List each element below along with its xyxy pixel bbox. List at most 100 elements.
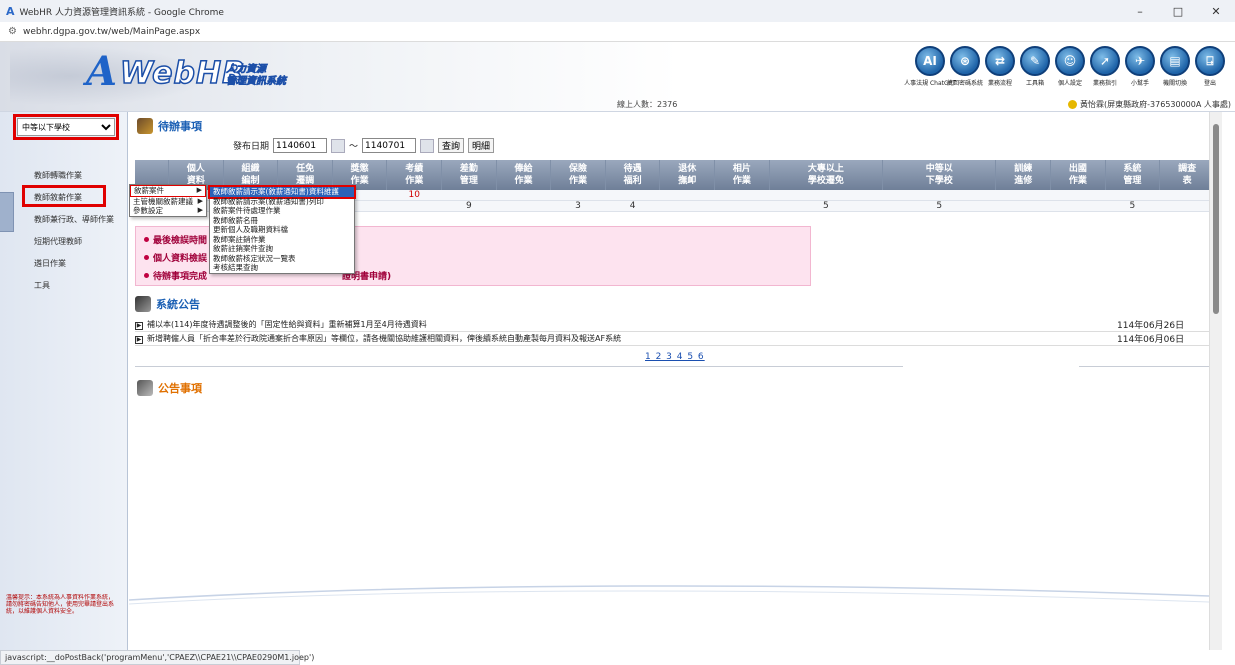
app-logo-icon: A [6, 4, 15, 18]
menu-item-salary-case[interactable]: 敘薪案件 ▶ [130, 185, 206, 197]
grid-header-12[interactable]: 中等以 下學校 [882, 160, 997, 190]
announcement-text[interactable]: 新增聘僱人員「折合率差於行政院通案折合率原因」等欄位，請各機關協助維護相關資料，… [147, 331, 1117, 346]
grid-header-13[interactable]: 訓練 進修 [995, 160, 1052, 190]
grid-cell[interactable] [882, 190, 996, 201]
grid-cell[interactable]: 9 [441, 200, 497, 212]
grid-cell[interactable] [714, 190, 770, 201]
toolbar-button-lifebuoy[interactable]: ⊛ 找回密碼系統 [947, 46, 984, 87]
sidebar-item-daily[interactable]: 遴日作業 [34, 258, 66, 269]
submenu-item[interactable]: 教師案註銷作業 [210, 235, 354, 245]
submenu-item[interactable]: 敘薪案件待處理作業 [210, 206, 354, 216]
sidebar-item-teacher-admin[interactable]: 教師兼行政、導師作業 [34, 214, 114, 225]
grid-header-10[interactable]: 相片 作業 [714, 160, 770, 190]
date-to-input[interactable] [362, 138, 417, 153]
grid-cell[interactable] [496, 190, 551, 201]
close-button[interactable]: ✕ [1197, 0, 1235, 22]
grid-cell[interactable] [1105, 190, 1160, 201]
system-announcement-title: 系統公告 [135, 296, 200, 312]
sidebar-item-substitute[interactable]: 短期代理教師 [34, 236, 82, 247]
grid-header-11[interactable]: 大專以上 學校遷免 [769, 160, 884, 190]
grid-header-8[interactable]: 待遇 福利 [605, 160, 661, 190]
grid-cell[interactable]: 5 [1105, 200, 1160, 212]
grid-cell[interactable] [441, 190, 497, 201]
submenu-item[interactable]: 教師敘薪核定狀況一覽表 [210, 254, 354, 264]
menu-level1: 敘薪案件 ▶ 主管機關敘薪建議 ▶ 參數設定 ▶ [129, 184, 207, 217]
note-last-check: 最後檢誤時間 [144, 233, 207, 246]
sidebar-item-tools[interactable]: 工具 [34, 280, 50, 291]
toolbar-label: 業務流程 [987, 80, 1012, 87]
announcement-pager[interactable]: 1 2 3 4 5 6 [645, 352, 705, 362]
submenu-item[interactable]: 教師敘薪請示案(敘薪通知書)列印 [210, 197, 354, 207]
minimize-button[interactable]: – [1121, 0, 1159, 22]
toolbar-button-switch[interactable]: ▤ 機關切換 [1158, 46, 1192, 87]
maximize-button[interactable]: □ [1159, 0, 1197, 22]
toolbar-button-guide[interactable]: ➚ 業務指引 [1088, 46, 1122, 87]
grid-cell[interactable] [995, 190, 1051, 201]
grid-cell[interactable] [1159, 200, 1215, 212]
date-label: 發布日期 [233, 142, 270, 152]
submenu-item[interactable]: 教師敘薪請示案(敘薪通知書)資料維護 [208, 185, 356, 199]
grid-cell[interactable]: 10 [386, 190, 442, 201]
grid-cell[interactable] [386, 200, 442, 212]
submenu-item[interactable]: 考核結果查詢 [210, 263, 354, 273]
grid-cell[interactable] [1050, 190, 1106, 201]
grid-cell[interactable] [605, 190, 660, 201]
grid-cell[interactable] [1050, 200, 1106, 212]
system-announcement-list: ▶ 補以本(114)年度待遇調整後的「固定性給與資料」重新補算1月至4月待遇資料… [135, 318, 1215, 346]
toolbar-button-flow[interactable]: ⇄ 業務流程 [983, 46, 1017, 87]
grid-header-4[interactable]: 考績 作業 [386, 160, 443, 190]
toolbar-button-person-settings[interactable]: ☺ 個人設定 [1053, 46, 1087, 87]
menu-item-parameter[interactable]: 參數設定 ▶ [130, 206, 206, 216]
sidebar-item-teacher-transfer[interactable]: 教師轉職作業 [34, 170, 82, 181]
toolbar-button-helper[interactable]: ✈ 小幫手 [1123, 46, 1157, 87]
calendar-to-icon[interactable] [420, 138, 435, 153]
grid-cell[interactable] [769, 190, 883, 201]
grid-header-14[interactable]: 出國 作業 [1050, 160, 1106, 190]
menu-level2: 教師敘薪請示案(敘薪通知書)資料維護 教師敘薪請示案(敘薪通知書)列印 敘薪案件待處… [208, 185, 356, 274]
grid-header-16[interactable]: 調查 表 [1159, 160, 1215, 190]
menu-item-authority-advice[interactable]: 主管機關敘薪建議 ▶ [130, 197, 206, 207]
submenu-item[interactable]: 教師敘薪名冊 [210, 216, 354, 226]
vertical-scrollbar[interactable] [1209, 112, 1222, 650]
flow-icon: ⇄ [985, 46, 1015, 76]
submenu-item[interactable]: 更新個人及職期資料檔 [210, 225, 354, 235]
announcement-text[interactable]: 補以本(114)年度待遇調整後的「固定性給與資料」重新補算1月至4月待遇資料 [147, 318, 1117, 332]
address-bar[interactable]: ⚙ webhr.dgpa.gov.tw/web/MainPage.aspx [0, 22, 1235, 42]
sidebar-toggle-tab[interactable] [0, 192, 14, 232]
announcement-row[interactable]: ▶ 補以本(114)年度待遇調整後的「固定性給與資料」重新補算1月至4月待遇資料… [135, 318, 1215, 332]
grid-header-5[interactable]: 差勤 管理 [441, 160, 497, 190]
grid-cell[interactable]: 3 [550, 200, 606, 212]
scrollbar-thumb[interactable] [1213, 124, 1219, 314]
highlight-box-select [13, 114, 119, 140]
grid-header-7[interactable]: 保險 作業 [550, 160, 606, 190]
grid-cell[interactable] [714, 200, 770, 212]
detail-button[interactable]: 明細 [468, 138, 495, 153]
url-text[interactable]: webhr.dgpa.gov.tw/web/MainPage.aspx [23, 27, 200, 37]
grid-cell[interactable]: 4 [605, 200, 660, 212]
note-label: 最後檢誤時間 [153, 236, 208, 246]
grid-cell[interactable]: 5 [769, 200, 883, 212]
grid-header-6[interactable]: 俸給 作業 [496, 160, 552, 190]
grid-cell[interactable] [659, 190, 715, 201]
grid-cell[interactable]: 5 [882, 200, 996, 212]
grid-cell[interactable] [550, 190, 606, 201]
grid-header-9[interactable]: 退休 撫卹 [659, 160, 716, 190]
date-from-input[interactable] [273, 138, 328, 153]
submenu-item[interactable]: 敘薪註銷案件查詢 [210, 244, 354, 254]
grid-cell[interactable] [659, 200, 715, 212]
toolbar-button-chatgpt[interactable]: AI 人事法規 ChatGPT [904, 46, 956, 87]
toolbar-button-toolbox[interactable]: ✎ 工具箱 [1018, 46, 1052, 87]
online-count: 線上人數：2376 [617, 100, 678, 109]
query-button[interactable]: 查詢 [438, 138, 465, 153]
guide-icon: ➚ [1090, 46, 1120, 76]
toolbar-label: 找回密碼系統 [947, 80, 984, 87]
calendar-from-icon[interactable] [331, 138, 346, 153]
toolbar-button-logout[interactable]: ⍈ 登出 [1193, 46, 1227, 87]
announcement-row[interactable]: ▶ 新增聘僱人員「折合率差於行政院通案折合率原因」等欄位，請各機關協助維護相關資… [135, 331, 1215, 346]
smiley-icon [1068, 100, 1078, 109]
grid-header-15[interactable]: 系統 管理 [1105, 160, 1161, 190]
grid-cell[interactable] [1159, 190, 1215, 201]
site-info-icon[interactable]: ⚙ [8, 26, 17, 37]
grid-cell[interactable] [496, 200, 551, 212]
grid-cell[interactable] [995, 200, 1051, 212]
